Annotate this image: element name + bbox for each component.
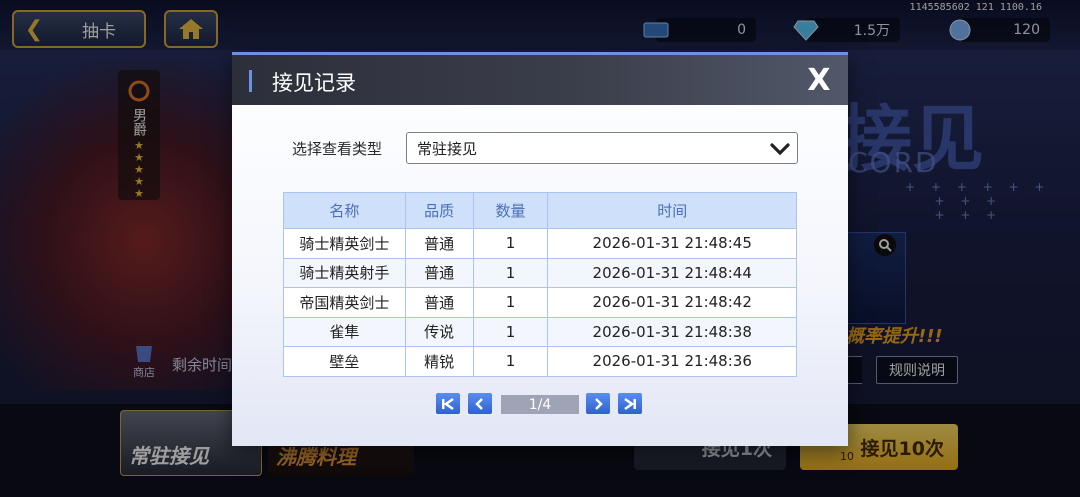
- row-quality: 普通: [404, 287, 474, 318]
- chevron-down-icon: [770, 143, 790, 156]
- row-quality: 传说: [404, 316, 474, 347]
- first-page-icon: [442, 397, 454, 410]
- records-body: 骑士精英剑士 普通 1 2026-01-31 21:48:45 骑士精英射手 普…: [283, 228, 797, 377]
- chevron-right-icon: [595, 397, 603, 410]
- column-header-count: 数量: [472, 192, 549, 229]
- row-count: 1: [472, 316, 549, 347]
- close-button[interactable]: X: [804, 63, 834, 98]
- column-header-time: 时间: [547, 192, 797, 229]
- table-row: 骑士精英射手 普通 1 2026-01-31 21:48:44: [283, 257, 797, 288]
- row-time: 2026-01-31 21:48:44: [547, 257, 797, 288]
- table-row: 雀隼 传说 1 2026-01-31 21:48:38: [283, 316, 797, 347]
- row-count: 1: [472, 346, 549, 377]
- filter-label: 选择查看类型: [292, 140, 383, 158]
- row-time: 2026-01-31 21:48:42: [547, 287, 797, 318]
- row-quality: 普通: [404, 257, 474, 288]
- row-name: 骑士精英剑士: [283, 228, 406, 259]
- type-select-value: 常驻接见: [417, 139, 478, 158]
- column-header-name: 名称: [283, 192, 406, 229]
- next-page-button[interactable]: [586, 393, 610, 414]
- row-time: 2026-01-31 21:48:45: [547, 228, 797, 259]
- last-page-button[interactable]: [618, 393, 642, 414]
- records-table: 名称 品质 数量 时间 骑士精英剑士 普通 1 2026-01-31 21:48…: [283, 192, 797, 377]
- modal-title: 接见记录: [272, 71, 356, 95]
- row-name: 帝国精英剑士: [283, 287, 406, 318]
- row-time: 2026-01-31 21:48:36: [547, 346, 797, 377]
- modal-header: 接见记录 X: [232, 55, 848, 105]
- header-accent-bar: [249, 70, 252, 92]
- row-name: 壁垒: [283, 346, 406, 377]
- table-row: 骑士精英剑士 普通 1 2026-01-31 21:48:45: [283, 228, 797, 259]
- prev-page-button[interactable]: [468, 393, 492, 414]
- row-time: 2026-01-31 21:48:38: [547, 316, 797, 347]
- table-row: 壁垒 精锐 1 2026-01-31 21:48:36: [283, 346, 797, 377]
- row-name: 雀隼: [283, 316, 406, 347]
- row-quality: 精锐: [404, 346, 474, 377]
- row-quality: 普通: [404, 228, 474, 259]
- pagination: 1/4: [436, 393, 646, 415]
- table-header-row: 名称 品质 数量 时间: [283, 192, 797, 229]
- first-page-button[interactable]: [436, 393, 460, 414]
- last-page-icon: [624, 397, 636, 410]
- page-indicator: 1/4: [501, 395, 579, 414]
- record-modal: 接见记录 X 选择查看类型 常驻接见 名称 品质 数量 时间 骑士精英剑士 普通…: [232, 52, 848, 446]
- table-row: 帝国精英剑士 普通 1 2026-01-31 21:48:42: [283, 287, 797, 318]
- chevron-left-icon: [475, 397, 483, 410]
- row-name: 骑士精英射手: [283, 257, 406, 288]
- row-count: 1: [472, 257, 549, 288]
- row-count: 1: [472, 287, 549, 318]
- column-header-quality: 品质: [404, 192, 474, 229]
- type-select[interactable]: 常驻接见: [406, 132, 798, 164]
- row-count: 1: [472, 228, 549, 259]
